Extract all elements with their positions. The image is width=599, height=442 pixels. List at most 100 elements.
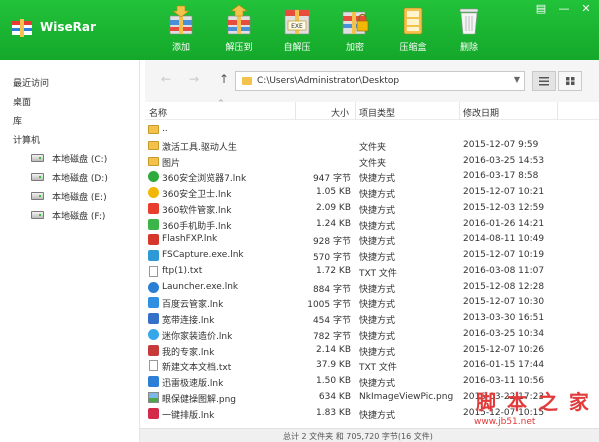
file-row[interactable]: 百度云管家.lnk 1005 字节 快捷方式 2015-12-07 10:30 [145,295,599,311]
file-name: FSCapture.exe.lnk [162,250,244,260]
file-row[interactable]: 宽带连接.lnk 454 字节 快捷方式 2013-03-30 16:51 [145,311,599,327]
file-row[interactable]: 迷你家装造价.lnk 782 字节 快捷方式 2016-03-25 10:34 [145,327,599,343]
sidebar-item-desktop[interactable]: 桌面 [13,95,31,108]
file-date: 2015-12-07 10:21 [463,187,545,197]
file-size: 782 字节 [312,331,351,342]
file-type: 快捷方式 [359,205,396,216]
file-date: 2016-03-08 11:07 [463,265,545,276]
file-row[interactable]: ftp(1).txt 1.72 KB TXT 文件 2016-03-08 11:07 [145,264,599,280]
file-size: 1005 字节 [307,300,351,311]
file-row[interactable]: 我的专家.lnk 2.14 KB 快捷方式 2015-12-07 10:26 [145,343,599,359]
back-arrow-icon[interactable]: ← [158,70,174,88]
list-view-icon [539,77,549,86]
add-label: 添加 [171,43,190,53]
file-size: 928 字节 [312,237,351,248]
file-type: 快捷方式 [359,190,396,200]
column-divider[interactable] [459,102,460,120]
file-size: 634 KB [318,391,351,402]
file-type: 文件夹 [359,158,387,169]
file-date: 2016-03-25 10:34 [463,328,545,339]
app-shortcut-icon [148,250,159,261]
watermark-url: www.jb51.net [474,417,536,427]
file-row[interactable]: 360手机助手.lnk 1.24 KB 快捷方式 2016-01-26 14:21 [145,217,599,233]
file-row[interactable]: 360软件管家.lnk 2.09 KB 快捷方式 2015-12-03 12:59 [145,201,599,217]
file-row[interactable]: 激活工具.驱动人生 文件夹 2015-12-07 9:59 [145,138,599,154]
file-type: 快捷方式 [359,379,396,389]
file-type: 快捷方式 [359,284,396,295]
sidebar-item-recent[interactable]: 最近访问 [13,76,49,89]
sidebar-drive-c[interactable]: 本地磁盘 (C:) [31,151,107,165]
app-shortcut-icon [148,218,159,230]
column-divider[interactable] [295,102,296,120]
watermark: 脚 本 之 家 www.jb51.net [468,382,599,442]
column-divider[interactable] [557,102,558,120]
image-file-icon [148,391,159,403]
close-icon[interactable]: ✕ [578,3,594,15]
file-row[interactable]: FSCapture.exe.lnk 570 字节 快捷方式 2015-12-07 10… [145,248,599,264]
app-shortcut-icon [148,407,159,419]
add-button[interactable]: 添加 [157,4,205,58]
file-row[interactable]: 360安全卫士.lnk 1.05 KB 快捷方式 2015-12-07 10:21 [145,185,599,201]
column-size-header[interactable]: 大小 [331,106,349,119]
column-divider[interactable] [355,102,356,120]
file-name: FlashFXP.lnk [162,234,218,245]
menu-icon[interactable]: ▤ [533,3,549,15]
app-shortcut-icon [148,297,159,309]
list-view-button[interactable] [532,71,556,91]
sidebar-item-library[interactable]: 库 [13,114,22,127]
column-name-header[interactable]: 名称 [149,106,167,119]
file-name: 迅雷极速版.lnk [162,379,224,389]
column-type-header[interactable]: 项目类型 [359,106,395,119]
file-type: NkImageViewPic.png [359,391,454,402]
file-date: 2016-01-15 17:44 [463,360,545,371]
forward-arrow-icon[interactable]: → [186,70,202,88]
dropdown-arrow-icon[interactable]: ▼ [514,75,520,84]
file-row[interactable]: Launcher.exe.lnk 884 字节 快捷方式 2015-12-08 12:… [145,280,599,296]
file-type: 快捷方式 [359,410,396,421]
file-row[interactable]: FlashFXP.lnk 928 字节 快捷方式 2014-08-11 10:49 [145,232,599,248]
file-name: 360安全浏览器7.lnk [162,174,247,185]
folder-icon [242,77,252,85]
hard-drive-icon [31,211,44,219]
extract-to-button[interactable]: 解压到 [215,4,263,58]
up-arrow-icon[interactable]: ↑ [216,70,232,88]
file-size: 2.09 KB [316,202,351,213]
sidebar-drive-e[interactable]: 本地磁盘 (E:) [31,189,107,203]
encrypt-button[interactable]: 加密 [331,4,379,58]
file-row[interactable]: .. [145,122,599,138]
file-size: 947 字节 [312,174,351,185]
minimize-icon[interactable]: — [556,3,572,15]
file-name: ftp(1).txt [162,265,203,276]
wiserar-logo-icon [12,19,32,37]
column-date-header[interactable]: 修改日期 [463,106,499,119]
file-size: 37.9 KB [316,360,351,371]
sidebar-item-computer[interactable]: 计算机 [13,133,40,146]
file-name: .. [162,124,168,134]
grid-view-button[interactable] [558,71,582,91]
file-row[interactable]: 新建文本文档.txt 37.9 KB TXT 文件 2016-01-15 17:44 [145,358,599,374]
file-date: 2016-03-25 14:53 [463,155,545,166]
app-shortcut-icon [148,187,159,198]
text-file-icon [149,360,158,372]
delete-label: 删除 [459,43,478,53]
folder-icon [148,125,159,134]
compress-box-button[interactable]: 压缩盒 [389,4,437,58]
file-row[interactable]: 360安全浏览器7.lnk 947 字节 快捷方式 2016-03-17 8:58 [145,169,599,185]
delete-button[interactable]: 删除 [445,4,493,58]
app-shortcut-icon [148,171,159,183]
file-type: TXT 文件 [359,363,397,374]
file-date: 2014-08-11 10:49 [463,234,545,245]
self-extract-button[interactable]: EXE 自解压 [273,4,321,58]
file-name: 百度云管家.lnk [162,300,224,311]
file-name: 一键排版.lnk [162,410,215,421]
sidebar-drive-f[interactable]: 本地磁盘 (F:) [31,208,105,222]
sidebar-drive-d[interactable]: 本地磁盘 (D:) [31,170,108,184]
file-name: 新建文本文档.txt [162,363,232,374]
file-name: 眼保健操图解.png [162,394,236,405]
file-row[interactable]: 图片 文件夹 2016-03-25 14:53 [145,154,599,170]
extract-to-label: 解压到 [225,43,253,53]
path-input[interactable]: C:\Users\Administrator\Desktop ▼ [235,71,525,91]
file-name: 激活工具.驱动人生 [162,142,237,153]
compress-box-label: 压缩盒 [399,43,427,53]
svg-text:EXE: EXE [291,23,303,30]
